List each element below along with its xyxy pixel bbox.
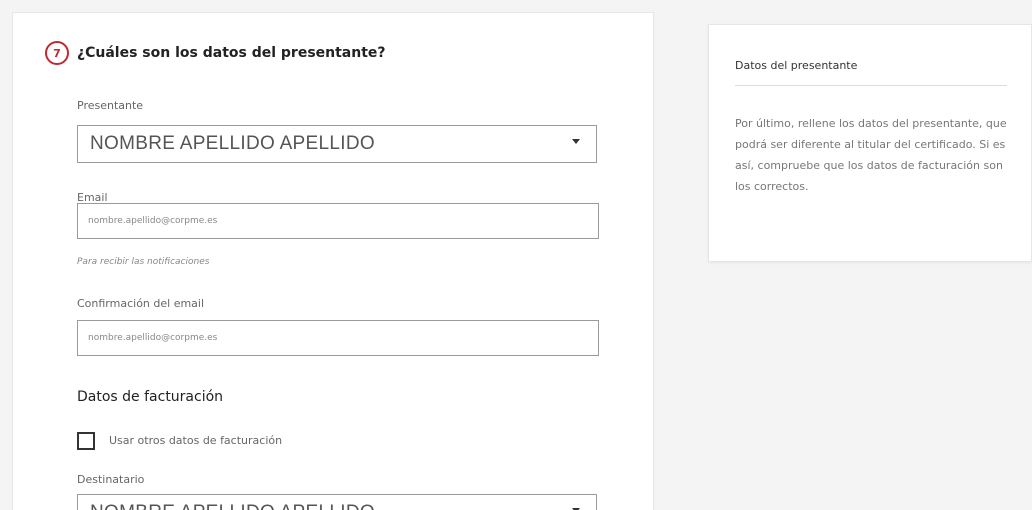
presentante-label: Presentante bbox=[77, 99, 144, 112]
email-confirm-placeholder: nombre.apellido@corpme.es bbox=[88, 333, 218, 343]
help-panel-title: Datos del presentante bbox=[735, 59, 858, 72]
destinatario-label: Destinatario bbox=[77, 473, 145, 486]
help-panel: Datos del presentante Por último, rellen… bbox=[708, 24, 1032, 262]
presentante-selected-value: NOMBRE APELLIDO APELLIDO bbox=[90, 133, 375, 154]
step-number-badge: 7 bbox=[45, 41, 69, 65]
other-billing-checkbox[interactable] bbox=[77, 432, 95, 450]
chevron-down-icon bbox=[572, 139, 580, 144]
email-hint: Para recibir las notificaciones bbox=[77, 257, 210, 267]
email-field[interactable]: nombre.apellido@corpme.es bbox=[77, 203, 599, 239]
email-confirm-field[interactable]: nombre.apellido@corpme.es bbox=[77, 320, 599, 356]
other-billing-checkbox-label[interactable]: Usar otros datos de facturación bbox=[109, 434, 282, 447]
destinatario-selected-value: NOMBRE APELLIDO APELLIDO bbox=[90, 502, 375, 510]
page: 7 ¿Cuáles son los datos del presentante?… bbox=[0, 0, 1032, 510]
destinatario-select[interactable]: NOMBRE APELLIDO APELLIDO bbox=[77, 494, 597, 510]
presenter-form-card: 7 ¿Cuáles son los datos del presentante?… bbox=[12, 12, 654, 510]
email-placeholder: nombre.apellido@corpme.es bbox=[88, 216, 218, 226]
section-title: ¿Cuáles son los datos del presentante? bbox=[77, 45, 386, 61]
presentante-select[interactable]: NOMBRE APELLIDO APELLIDO bbox=[77, 125, 597, 163]
help-panel-divider bbox=[735, 85, 1007, 86]
billing-title: Datos de facturación bbox=[77, 389, 224, 405]
email-confirm-label: Confirmación del email bbox=[77, 297, 205, 310]
help-panel-text: Por último, rellene los datos del presen… bbox=[735, 117, 1007, 193]
